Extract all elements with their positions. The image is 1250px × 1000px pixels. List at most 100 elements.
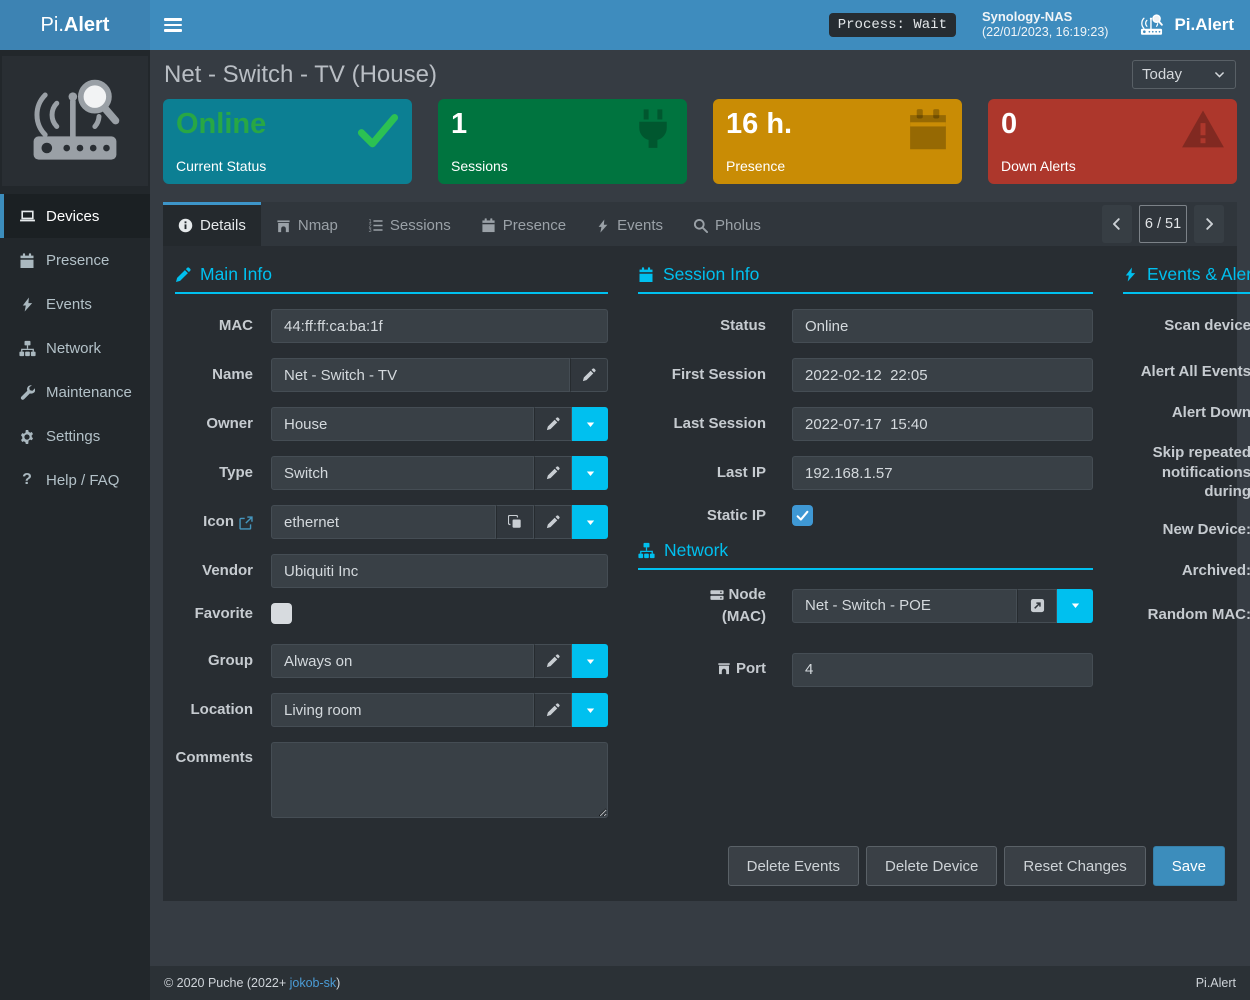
calendar-icon <box>906 108 950 152</box>
icon-input[interactable] <box>271 505 496 539</box>
favorite-checkbox[interactable] <box>271 603 292 624</box>
location-dropdown-button[interactable] <box>572 693 608 727</box>
caret-down-icon <box>584 467 597 480</box>
static-ip-checkbox[interactable] <box>792 505 813 526</box>
owner-input[interactable] <box>271 407 534 441</box>
current-status-card[interactable]: Online Current Status <box>163 99 412 184</box>
group-input[interactable] <box>271 644 534 678</box>
presence-card[interactable]: 16 h. Presence <box>713 99 962 184</box>
node-dropdown-button[interactable] <box>1057 589 1093 623</box>
status-input[interactable] <box>792 309 1093 343</box>
info-circle-icon <box>178 218 193 233</box>
tab-label: Pholus <box>715 217 761 234</box>
pencil-icon <box>546 466 560 480</box>
type-input[interactable] <box>271 456 534 490</box>
sidebar-item-help[interactable]: ? Help / FAQ <box>0 458 150 502</box>
edit-owner-button[interactable] <box>534 407 572 441</box>
process-status-badge: Process: Wait <box>829 13 956 37</box>
node-mac-label: Node (MAC) <box>638 585 766 627</box>
chevron-right-icon <box>1202 217 1216 231</box>
navbar-brand-label: Pi.Alert <box>1174 15 1234 35</box>
location-input[interactable] <box>271 693 534 727</box>
owner-dropdown-button[interactable] <box>572 407 608 441</box>
external-link-icon[interactable] <box>239 514 253 531</box>
calendar-icon <box>638 267 654 283</box>
comments-textarea[interactable] <box>271 742 608 818</box>
calendar-icon <box>17 251 37 268</box>
navbar-brand-right: Pi.Alert <box>1138 13 1250 37</box>
period-select[interactable]: Today <box>1132 60 1236 89</box>
top-navbar: Pi.Alert Process: Wait Synology-NAS (22/… <box>0 0 1250 50</box>
edit-group-button[interactable] <box>534 644 572 678</box>
tab-label: Details <box>200 217 246 234</box>
type-dropdown-button[interactable] <box>572 456 608 490</box>
mac-input[interactable] <box>271 309 608 343</box>
edit-location-button[interactable] <box>534 693 572 727</box>
reset-changes-button[interactable]: Reset Changes <box>1004 846 1145 886</box>
comments-label: Comments <box>175 742 253 768</box>
edit-name-button[interactable] <box>570 358 608 392</box>
check-icon <box>796 509 809 522</box>
card-label: Sessions <box>451 158 508 174</box>
jokob-sk-link[interactable]: jokob-sk <box>290 976 337 990</box>
hamburger-menu-icon[interactable] <box>164 15 182 35</box>
calendar-icon <box>481 218 496 233</box>
copy-icon-button[interactable] <box>496 505 534 539</box>
vendor-input[interactable] <box>271 554 608 588</box>
edit-icon-button[interactable] <box>534 505 572 539</box>
sessions-card[interactable]: 1 Sessions <box>438 99 687 184</box>
caret-down-icon <box>584 418 597 431</box>
section-title: Session Info <box>663 264 759 285</box>
host-timestamp: (22/01/2023, 16:19:23) <box>982 25 1109 41</box>
save-button[interactable]: Save <box>1153 846 1225 886</box>
sidebar-item-presence[interactable]: Presence <box>0 238 150 282</box>
next-device-button[interactable] <box>1194 205 1224 243</box>
chevron-down-icon <box>1213 68 1226 81</box>
pencil-icon <box>546 515 560 529</box>
numbered-list-icon <box>368 218 383 233</box>
sidebar-item-network[interactable]: Network <box>0 326 150 370</box>
last-ip-input[interactable] <box>792 456 1093 490</box>
icon-dropdown-button[interactable] <box>572 505 608 539</box>
open-node-button[interactable] <box>1017 589 1057 623</box>
search-icon <box>693 218 708 233</box>
archway-icon <box>717 661 731 675</box>
pager-position: 6 / 51 <box>1139 205 1187 243</box>
last-ip-label: Last IP <box>638 463 766 483</box>
sidebar-item-devices[interactable]: Devices <box>0 194 150 238</box>
tab-sessions[interactable]: Sessions <box>353 202 466 246</box>
prev-device-button[interactable] <box>1102 205 1132 243</box>
archived-label: Archived: <box>1123 561 1250 581</box>
down-alerts-card[interactable]: 0 Down Alerts <box>988 99 1237 184</box>
group-label: Group <box>175 651 253 671</box>
delete-events-button[interactable]: Delete Events <box>728 846 859 886</box>
name-input[interactable] <box>271 358 570 392</box>
brand-prefix: Pi. <box>41 14 64 37</box>
static-ip-label: Static IP <box>638 506 766 526</box>
bolt-icon <box>596 219 610 233</box>
tab-presence[interactable]: Presence <box>466 202 581 246</box>
section-title: Events & Alerts config <box>1147 264 1250 285</box>
tab-details[interactable]: Details <box>163 202 261 246</box>
app-logo[interactable]: Pi.Alert <box>0 0 150 50</box>
sidebar-item-settings[interactable]: Settings <box>0 414 150 458</box>
group-dropdown-button[interactable] <box>572 644 608 678</box>
type-label: Type <box>175 463 253 483</box>
tab-nmap[interactable]: Nmap <box>261 202 353 246</box>
node-mac-input[interactable] <box>792 589 1017 623</box>
tab-label: Presence <box>503 217 566 234</box>
card-label: Presence <box>726 158 785 174</box>
session-info-header: Session Info <box>638 264 1093 294</box>
plug-icon <box>631 108 675 152</box>
tab-events[interactable]: Events <box>581 202 678 246</box>
sidebar-item-maintenance[interactable]: Maintenance <box>0 370 150 414</box>
tab-pholus[interactable]: Pholus <box>678 202 776 246</box>
edit-type-button[interactable] <box>534 456 572 490</box>
last-session-label: Last Session <box>638 414 766 434</box>
delete-device-button[interactable]: Delete Device <box>866 846 997 886</box>
port-input[interactable] <box>792 653 1093 687</box>
sidebar-item-events[interactable]: Events <box>0 282 150 326</box>
first-session-input[interactable] <box>792 358 1093 392</box>
pencil-icon <box>546 417 560 431</box>
last-session-input[interactable] <box>792 407 1093 441</box>
